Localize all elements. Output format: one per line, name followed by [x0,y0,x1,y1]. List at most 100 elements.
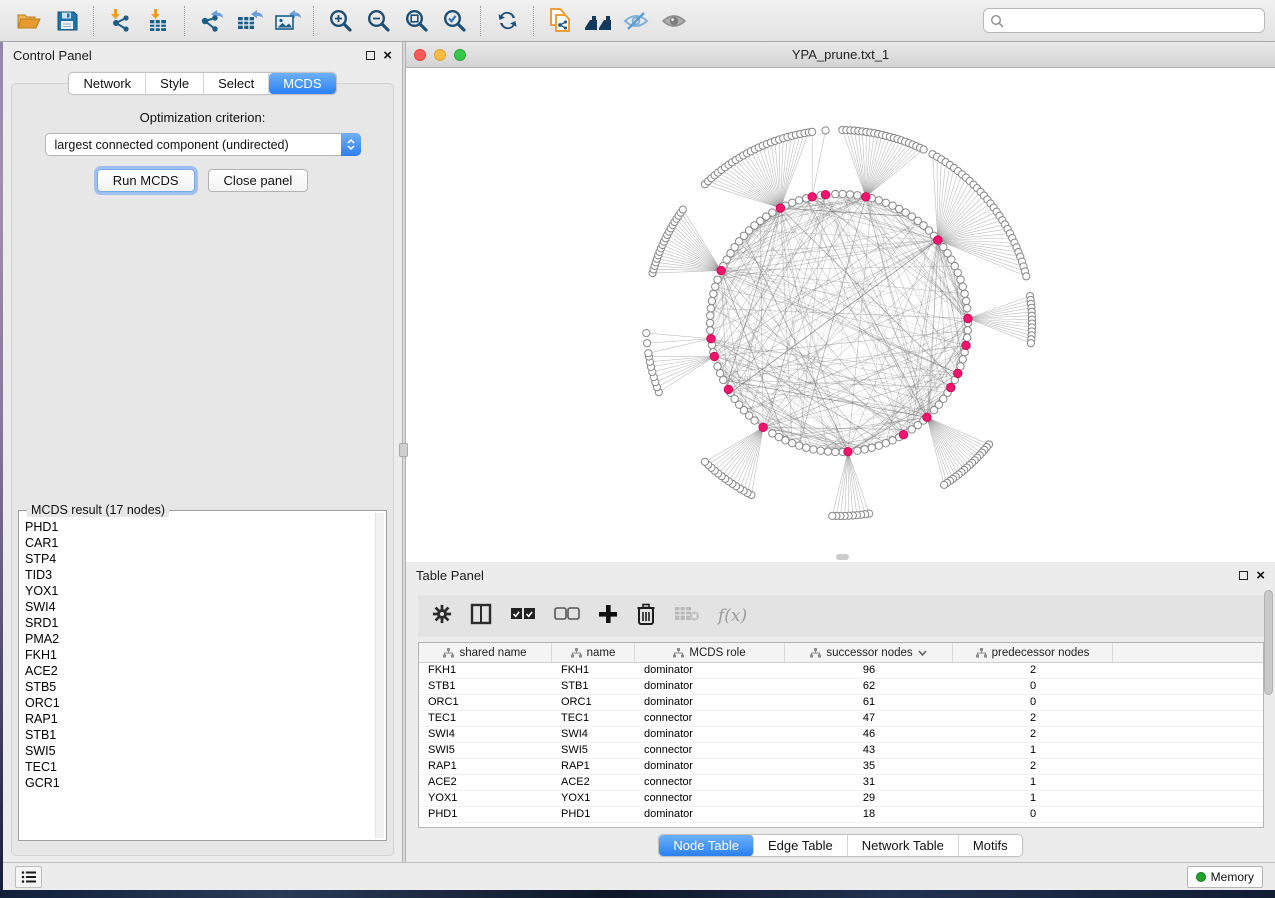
export-table-button[interactable] [230,4,268,38]
table-row[interactable]: SWI5SWI5connector431 [419,743,1263,759]
close-panel-icon[interactable]: × [383,48,392,63]
mcds-node[interactable] [962,341,970,349]
mcds-result-item[interactable]: SRD1 [25,615,374,631]
node-table[interactable]: shared namenameMCDS rolesuccessor nodesp… [418,642,1264,828]
export-image-button[interactable] [268,4,306,38]
open-session-button[interactable] [10,4,48,38]
zoom-selected-button[interactable] [435,4,473,38]
table-row[interactable]: ACE2ACE2connector311 [419,775,1263,791]
tab-edge-table[interactable]: Edge Table [754,835,848,856]
mcds-result-item[interactable]: RAP1 [25,711,374,727]
mcds-node[interactable] [947,383,955,391]
table-cell: FKH1 [552,663,635,678]
memory-button[interactable]: Memory [1187,866,1263,888]
table-row[interactable]: YOX1YOX1connector291 [419,791,1263,807]
mcds-node[interactable] [844,447,852,455]
mcds-result-item[interactable]: FKH1 [25,647,374,663]
mcds-result-item[interactable]: SWI5 [25,743,374,759]
hide-selected-button[interactable] [617,4,655,38]
delete-columns-button[interactable] [636,603,656,630]
mcds-node[interactable] [710,352,718,360]
mcds-node[interactable] [899,431,907,439]
zoom-out-button[interactable] [359,4,397,38]
table-row[interactable]: RAP1RAP1dominator352 [419,759,1263,775]
tab-motifs[interactable]: Motifs [959,835,1022,856]
mcds-node[interactable] [776,204,784,212]
select-all-checkboxes-button[interactable] [510,607,536,626]
network-hscroll-thumb[interactable] [836,554,849,560]
mcds-node[interactable] [862,193,870,201]
float-panel-icon[interactable] [366,51,375,60]
mcds-result-item[interactable]: GCR1 [25,775,374,791]
mcds-node[interactable] [759,423,767,431]
tab-node-table[interactable]: Node Table [659,835,754,856]
save-session-button[interactable] [48,4,86,38]
mcds-node[interactable] [717,266,725,274]
mcds-result-item[interactable]: TID3 [25,567,374,583]
mcds-result-item[interactable]: PMA2 [25,631,374,647]
mcds-node[interactable] [934,236,942,244]
refresh-button[interactable] [488,4,526,38]
tab-style[interactable]: Style [146,73,204,94]
mcds-node[interactable] [821,191,829,199]
table-row[interactable]: PHD1PHD1dominator180 [419,807,1263,823]
import-table-button[interactable] [139,4,177,38]
mcds-result-item[interactable]: YOX1 [25,583,374,599]
show-all-button[interactable] [655,4,693,38]
column-header[interactable]: name [552,643,635,662]
mcds-node[interactable] [707,335,715,343]
tab-mcds[interactable]: MCDS [269,73,335,94]
table-row[interactable]: ORC1ORC1dominator610 [419,695,1263,711]
mcds-result-item[interactable]: CAR1 [25,535,374,551]
zoom-fit-button[interactable] [397,4,435,38]
add-column-button[interactable] [598,604,618,629]
mcds-node[interactable] [808,193,816,201]
table-row[interactable]: FKH1FKH1dominator962 [419,663,1263,679]
export-network-button[interactable] [192,4,230,38]
clone-network-button[interactable] [541,4,579,38]
deselect-all-checkboxes-button[interactable] [554,607,580,626]
column-header[interactable]: MCDS role [635,643,785,662]
mcds-node[interactable] [964,314,972,322]
table-row[interactable]: TEC1TEC1connector472 [419,711,1263,727]
mcds-result-item[interactable]: TEC1 [25,759,374,775]
mcds-result-item[interactable]: PHD1 [25,519,374,535]
import-network-button[interactable] [101,4,139,38]
mcds-result-item[interactable]: ACE2 [25,663,374,679]
close-table-panel-icon[interactable]: × [1256,568,1265,583]
panel-splitter-grip[interactable] [399,443,408,457]
column-header[interactable]: predecessor nodes [953,643,1113,662]
tab-network[interactable]: Network [69,73,146,94]
mcds-result-item[interactable]: ORC1 [25,695,374,711]
mcds-result-item[interactable]: STB1 [25,727,374,743]
optimization-criterion-select[interactable]: largest connected component (undirected) [45,133,361,156]
network-view[interactable] [406,68,1275,562]
float-table-panel-icon[interactable] [1239,571,1248,580]
toolbar-separator [480,6,481,36]
zoom-in-button[interactable] [321,4,359,38]
search-field[interactable] [983,8,1265,33]
show-columns-button[interactable] [470,603,492,630]
mcds-result-title: MCDS result (17 nodes) [27,503,169,517]
table-row[interactable]: STB1STB1dominator620 [419,679,1263,695]
network-graph[interactable] [406,68,1275,562]
search-input[interactable] [1008,14,1258,28]
table-row[interactable]: SWI4SWI4dominator462 [419,727,1263,743]
column-header[interactable]: shared name [419,643,552,662]
column-header[interactable]: successor nodes [785,643,953,662]
table-vscroll-thumb[interactable] [1264,590,1273,695]
mcds-result-item[interactable]: STP4 [25,551,374,567]
mcds-node[interactable] [724,385,732,393]
run-mcds-button[interactable]: Run MCDS [97,169,195,192]
table-options-gear-button[interactable] [432,604,452,629]
status-list-button[interactable] [15,866,42,888]
first-neighbors-button[interactable] [579,4,617,38]
tab-network-table[interactable]: Network Table [848,835,959,856]
mcds-result-scrollbar[interactable] [375,513,384,838]
mcds-result-item[interactable]: SWI4 [25,599,374,615]
mcds-node[interactable] [923,413,931,421]
tab-select[interactable]: Select [204,73,269,94]
mcds-node[interactable] [954,369,962,377]
close-panel-button[interactable]: Close panel [208,169,309,192]
mcds-result-item[interactable]: STB5 [25,679,374,695]
